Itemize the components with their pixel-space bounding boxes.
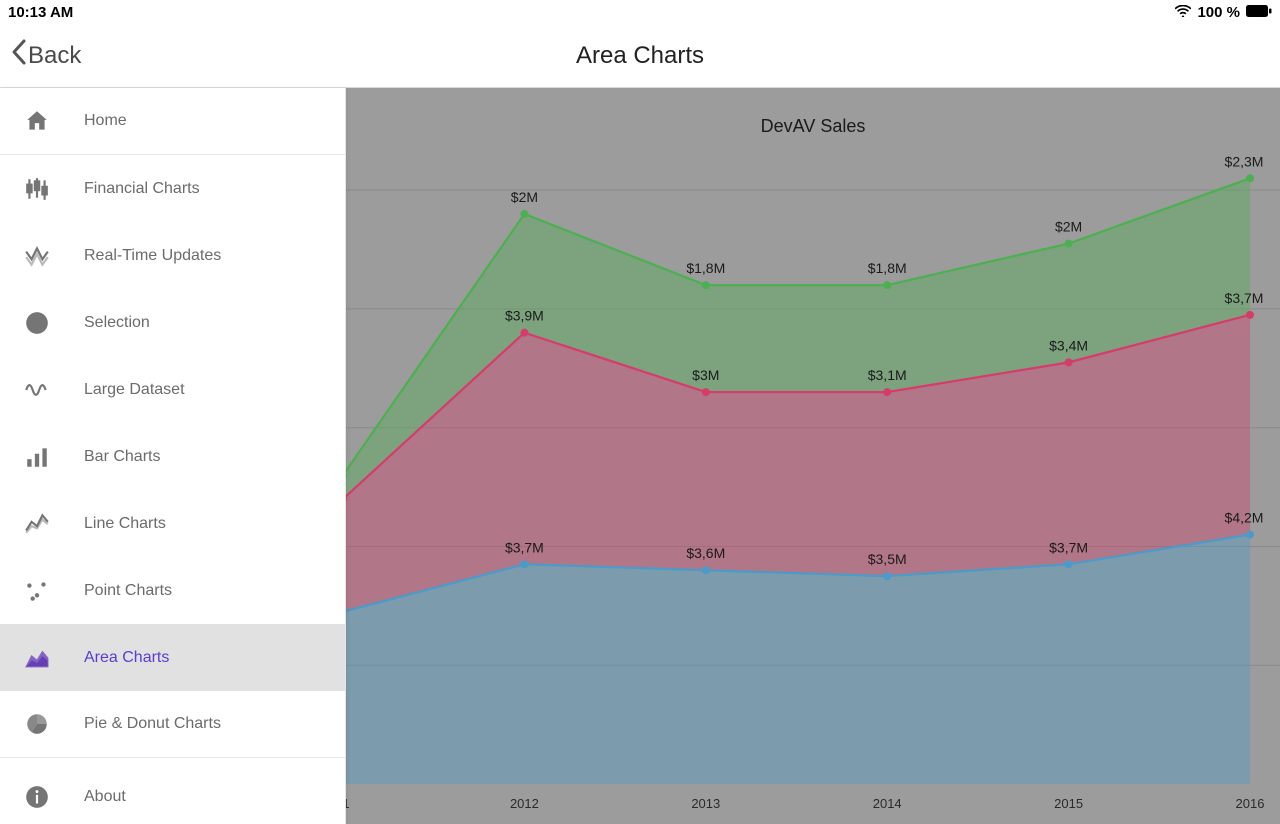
sidebar-item-label: Line Charts xyxy=(84,515,166,533)
chart-area[interactable]: DevAV Sales $3,7M$3,6M$3,5M$3,7M$4,2M$3,… xyxy=(346,88,1280,824)
sidebar-item-label: Home xyxy=(84,112,127,130)
svg-text:$3M: $3M xyxy=(692,367,719,383)
sidebar-item-line[interactable]: Line Charts xyxy=(0,490,345,557)
sidebar-item-label: Point Charts xyxy=(84,582,172,600)
sidebar-item-label: About xyxy=(84,788,126,806)
back-label: Back xyxy=(28,42,81,70)
svg-text:$3,4M: $3,4M xyxy=(1049,337,1088,353)
svg-text:$3,7M: $3,7M xyxy=(505,539,544,555)
sidebar-item-point[interactable]: Point Charts xyxy=(0,557,345,624)
svg-text:1: 1 xyxy=(346,796,350,811)
candlestick-icon xyxy=(24,176,50,202)
svg-text:$3,1M: $3,1M xyxy=(868,367,907,383)
svg-text:2015: 2015 xyxy=(1054,796,1083,811)
chevron-left-icon xyxy=(10,38,28,73)
sidebar-item-label: Area Charts xyxy=(84,649,169,667)
svg-text:2016: 2016 xyxy=(1236,796,1265,811)
scatter-icon xyxy=(24,578,50,604)
sidebar-item-pie[interactable]: Pie & Donut Charts xyxy=(0,691,345,758)
sidebar-item-about[interactable]: About xyxy=(0,770,345,824)
sidebar: Home Financial Charts Real-Time Updates … xyxy=(0,88,346,824)
svg-text:$2M: $2M xyxy=(1055,219,1082,235)
svg-text:$3,9M: $3,9M xyxy=(505,308,544,324)
sidebar-item-label: Large Dataset xyxy=(84,381,185,399)
realtime-icon xyxy=(24,243,50,269)
donut-icon xyxy=(24,711,50,737)
wave-icon xyxy=(24,377,50,403)
status-right: 100 % xyxy=(1175,4,1272,21)
battery-icon xyxy=(1246,4,1272,21)
sidebar-item-realtime[interactable]: Real-Time Updates xyxy=(0,222,345,289)
sidebar-item-large[interactable]: Large Dataset xyxy=(0,356,345,423)
area-chart: $3,7M $3,6M $3,5M $3,7M $4,2M $3,9M $3M $3,1M $3… xyxy=(346,88,1280,824)
sidebar-item-label: Financial Charts xyxy=(84,180,200,198)
bar-icon xyxy=(24,444,50,470)
svg-text:2014: 2014 xyxy=(873,796,902,811)
page-title: Area Charts xyxy=(576,42,704,70)
svg-text:$1,8M: $1,8M xyxy=(868,260,907,276)
sidebar-item-selection[interactable]: Selection xyxy=(0,289,345,356)
area-icon xyxy=(24,645,50,671)
status-time: 10:13 AM xyxy=(8,4,73,21)
line-icon xyxy=(24,511,50,537)
sidebar-item-financial[interactable]: Financial Charts xyxy=(0,155,345,222)
svg-text:$2M: $2M xyxy=(511,189,538,205)
svg-text:$4,2M: $4,2M xyxy=(1225,510,1264,526)
svg-text:$3,6M: $3,6M xyxy=(686,545,725,561)
status-bar: 10:13 AM 100 % xyxy=(0,0,1280,24)
sidebar-item-bar[interactable]: Bar Charts xyxy=(0,423,345,490)
wifi-icon xyxy=(1175,4,1191,21)
pie-icon xyxy=(24,310,50,336)
svg-text:$3,7M: $3,7M xyxy=(1225,290,1264,306)
status-battery: 100 % xyxy=(1197,4,1240,21)
svg-text:$1,8M: $1,8M xyxy=(686,260,725,276)
info-icon xyxy=(24,784,50,810)
sidebar-item-home[interactable]: Home xyxy=(0,88,345,155)
svg-text:2013: 2013 xyxy=(691,796,720,811)
back-button[interactable]: Back xyxy=(0,38,81,73)
sidebar-item-label: Selection xyxy=(84,314,150,332)
svg-text:$3,7M: $3,7M xyxy=(1049,539,1088,555)
svg-text:2012: 2012 xyxy=(510,796,539,811)
sidebar-item-label: Pie & Donut Charts xyxy=(84,715,221,733)
nav-header: Back Area Charts xyxy=(0,24,1280,88)
svg-text:$2,3M: $2,3M xyxy=(1225,153,1264,169)
svg-text:$3,5M: $3,5M xyxy=(868,551,907,567)
home-icon xyxy=(24,108,50,134)
sidebar-item-label: Bar Charts xyxy=(84,448,160,466)
sidebar-item-area[interactable]: Area Charts xyxy=(0,624,345,691)
sidebar-item-label: Real-Time Updates xyxy=(84,247,221,265)
